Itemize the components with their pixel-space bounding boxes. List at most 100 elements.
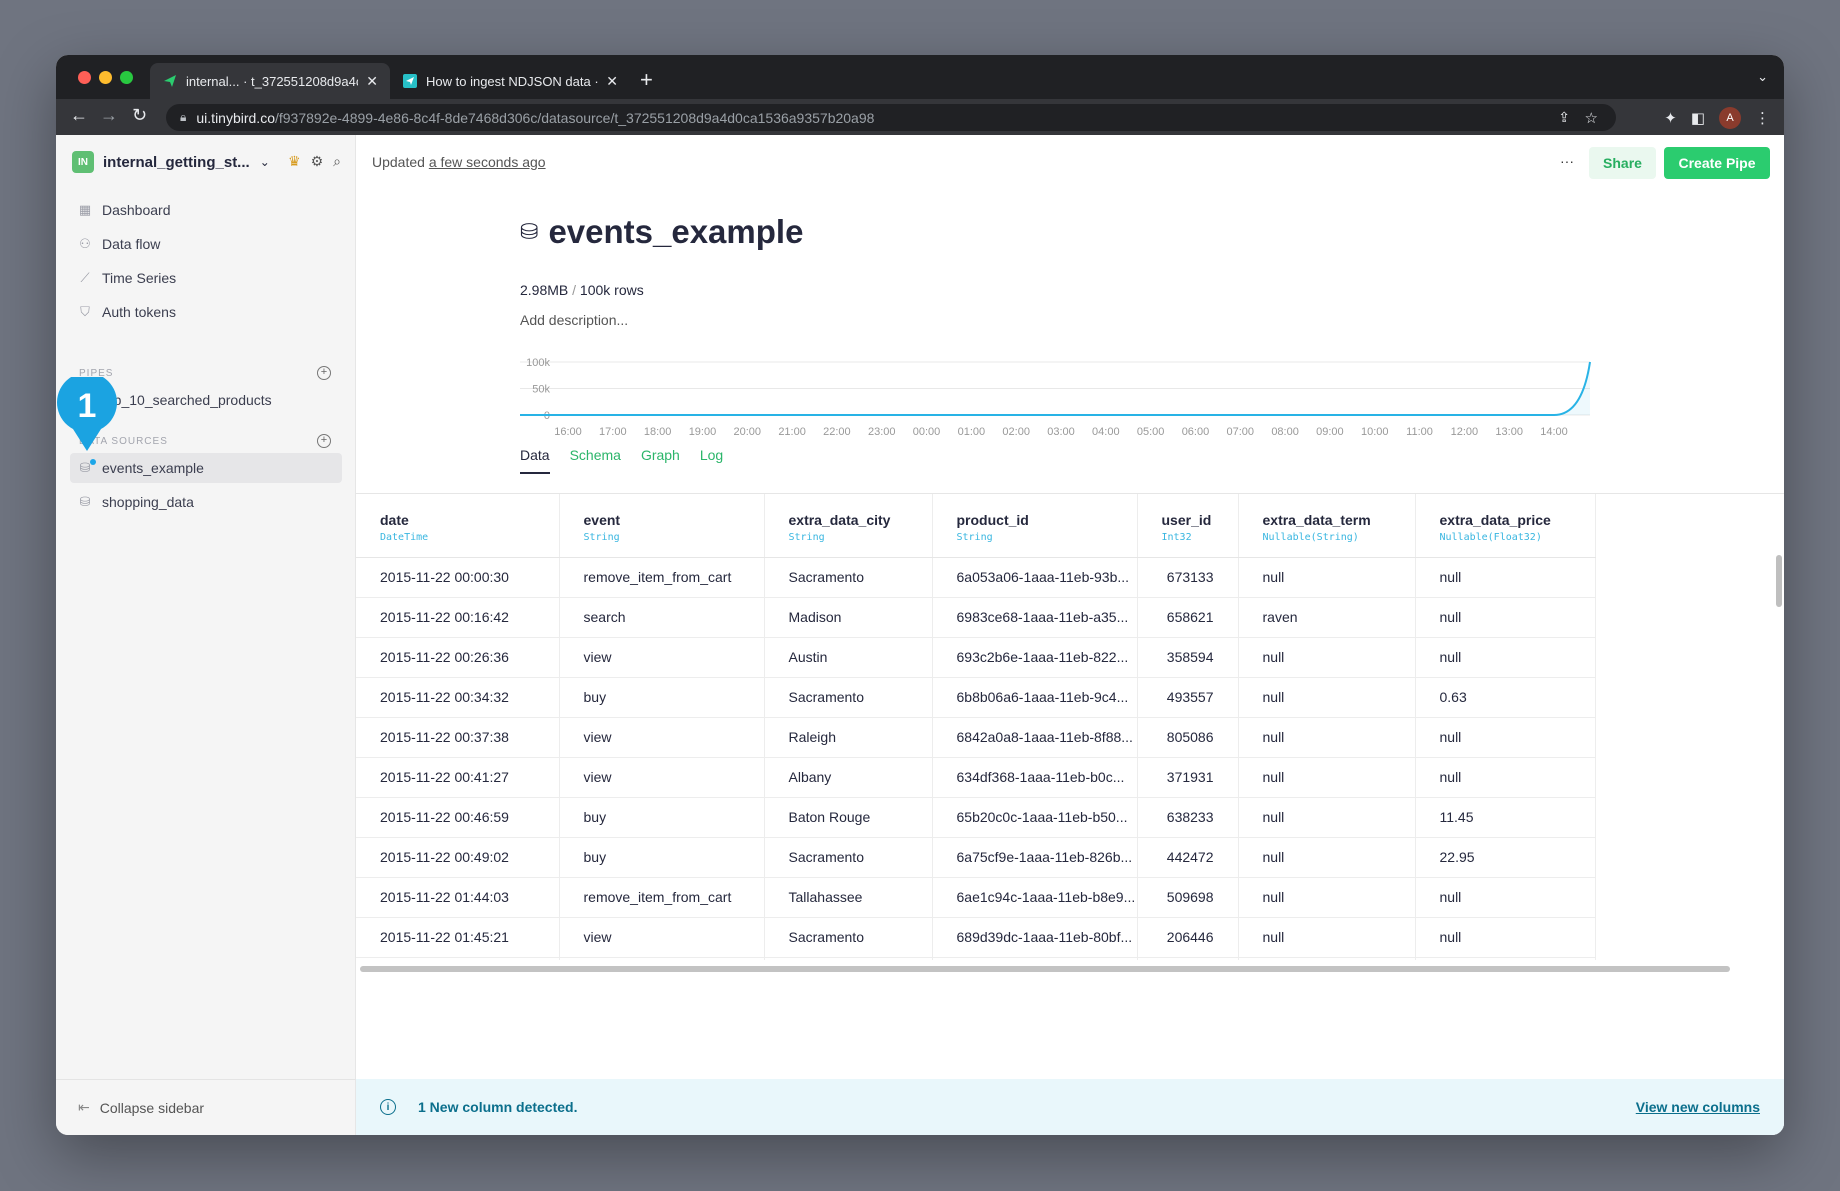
minimize-window-button[interactable] xyxy=(99,71,112,84)
close-tab-icon[interactable]: ✕ xyxy=(366,73,378,90)
bookmark-star-icon[interactable]: ☆ xyxy=(1585,109,1598,127)
search-icon[interactable]: ⌕ xyxy=(333,153,341,170)
add-datasource-button[interactable]: + xyxy=(317,434,331,448)
sidebar-item-dashboard[interactable]: ▦ Dashboard xyxy=(70,193,342,227)
extensions-puzzle-icon[interactable]: ✦ xyxy=(1664,109,1677,127)
main-content: Updated a few seconds ago ··· Share Crea… xyxy=(356,135,1784,1135)
create-pipe-button[interactable]: Create Pipe xyxy=(1664,147,1770,179)
browser-menu-icon[interactable]: ⋮ xyxy=(1755,109,1770,127)
browser-tab[interactable]: How to ingest NDJSON data · T ✕ xyxy=(390,63,630,99)
reload-icon[interactable]: ↻ xyxy=(132,105,147,126)
add-pipe-button[interactable]: + xyxy=(317,366,331,380)
sidebar-item-events-example[interactable]: ⛁ events_example xyxy=(70,453,342,483)
new-tab-button[interactable]: + xyxy=(640,67,653,93)
column-header[interactable]: extra_data_city String xyxy=(764,494,933,558)
table-cell: 509698 xyxy=(1137,877,1239,918)
table-row[interactable]: 2015-11-22 00:46:59 buy Baton Rouge 65b20c0… xyxy=(356,797,1596,838)
column-header[interactable]: extra_data_price Nullable(Float32) xyxy=(1415,494,1596,558)
x-tick-label: 18:00 xyxy=(644,426,672,438)
horizontal-scrollbar[interactable] xyxy=(360,966,1730,972)
close-window-button[interactable] xyxy=(78,71,91,84)
back-icon[interactable]: ← xyxy=(70,105,88,126)
table-row[interactable]: 2015-11-22 00:37:38 view Raleigh 6842a0a8-1… xyxy=(356,717,1596,758)
column-header[interactable]: date DateTime xyxy=(356,494,560,558)
url-path: /f937892e-4899-4e86-8c4f-8de7468d306c/da… xyxy=(274,109,875,126)
column-header[interactable]: user_id Int32 xyxy=(1137,494,1239,558)
table-cell: 6ae1c94c-1aaa-11eb-b8e9... xyxy=(932,877,1138,918)
tab-data[interactable]: Data xyxy=(520,447,550,474)
column-type: String xyxy=(788,532,825,543)
more-options-icon[interactable]: ··· xyxy=(1560,153,1574,169)
dataflow-icon: ⚇ xyxy=(79,236,91,251)
view-new-columns-link[interactable]: View new columns xyxy=(1636,1099,1760,1115)
tab-graph[interactable]: Graph xyxy=(641,447,680,474)
tab-schema[interactable]: Schema xyxy=(570,447,621,474)
table-cell: 65b20c0c-1aaa-11eb-b50... xyxy=(932,797,1138,838)
table-cell: 2015-11-22 00:34:32 xyxy=(356,677,560,718)
table-row[interactable]: 2015-11-22 00:34:32 buy Sacramento 6b8b06a6… xyxy=(356,677,1596,718)
profile-avatar[interactable]: A xyxy=(1719,107,1741,129)
table-cell: null xyxy=(1238,837,1416,878)
url-host: ui.tinybird.co xyxy=(196,109,275,126)
column-header[interactable]: event String xyxy=(559,494,765,558)
url-field[interactable]: 🔒︎ ui.tinybird.co/f937892e-4899-4e86-8c4… xyxy=(166,104,1616,131)
gear-icon[interactable]: ⚙ xyxy=(311,153,324,170)
side-panel-icon[interactable]: ◧ xyxy=(1691,109,1705,127)
tab-log[interactable]: Log xyxy=(700,447,723,474)
column-name: date xyxy=(380,512,409,528)
x-tick-label: 21:00 xyxy=(778,426,806,438)
table-cell: buy xyxy=(559,797,765,838)
collapse-arrow-icon: ⇤ xyxy=(78,1099,90,1115)
sidebar-item-data-flow[interactable]: ⚇ Data flow xyxy=(70,227,342,261)
column-name: extra_data_price xyxy=(1439,512,1551,528)
table-row[interactable]: 2015-11-22 01:45:21 view Sacramento 689d39d… xyxy=(356,917,1596,958)
updated-time-link[interactable]: a few seconds ago xyxy=(429,154,546,170)
table-row[interactable]: 2015-11-22 00:00:30 remove_item_from_cart… xyxy=(356,557,1596,598)
column-type: Nullable(String) xyxy=(1262,532,1359,543)
grid-icon: ▦ xyxy=(78,202,92,217)
column-type: String xyxy=(956,532,993,543)
browser-tab-active[interactable]: internal... · t_372551208d9a4c ✕ xyxy=(150,63,390,99)
add-description-field[interactable]: Add description... xyxy=(520,312,628,328)
table-cell: 693c2b6e-1aaa-11eb-822... xyxy=(932,637,1138,678)
sidebar: IN internal_getting_st... ⌄ ♛ ⚙ ⌕ ▦ Dash… xyxy=(56,135,356,1135)
table-cell: null xyxy=(1238,637,1416,678)
sidebar-item-label: Auth tokens xyxy=(102,304,176,320)
share-button[interactable]: Share xyxy=(1589,147,1656,179)
crown-icon[interactable]: ♛ xyxy=(288,153,301,170)
table-row[interactable]: 2015-11-22 00:49:02 buy Sacramento 6a75cf9e… xyxy=(356,837,1596,878)
tab-search-chevron-icon[interactable]: ⌄ xyxy=(1757,69,1768,85)
table-cell: buy xyxy=(559,837,765,878)
table-row[interactable]: 2015-11-22 00:16:42 search Madison 6983ce68… xyxy=(356,597,1596,638)
column-header[interactable]: product_id String xyxy=(932,494,1138,558)
table-cell: Tallahassee xyxy=(764,877,933,918)
datasource-label: shopping_data xyxy=(102,494,194,510)
close-tab-icon[interactable]: ✕ xyxy=(606,73,618,90)
share-page-icon[interactable]: ⇪ xyxy=(1558,109,1570,126)
chart-line-icon: ⟋ xyxy=(80,270,90,285)
table-row[interactable]: 2015-11-22 00:41:27 view Albany 634df368-1a… xyxy=(356,757,1596,798)
table-cell: 2015-11-22 00:00:30 xyxy=(356,557,560,598)
forward-icon[interactable]: → xyxy=(100,105,118,126)
table-cell: 2015-11-22 00:49:02 xyxy=(356,837,560,878)
sidebar-item-auth-tokens[interactable]: ⛉ Auth tokens xyxy=(70,295,342,329)
table-row[interactable]: 2015-11-22 01:44:03 remove_item_from_cart… xyxy=(356,877,1596,918)
table-row[interactable]: 2015-11-22 00:26:36 view Austin 693c2b6e-1a… xyxy=(356,637,1596,678)
collapse-sidebar-button[interactable]: ⇤ Collapse sidebar xyxy=(56,1079,356,1135)
maximize-window-button[interactable] xyxy=(120,71,133,84)
table-row[interactable]: 2015-11-22 01:56:41remove_item_from_cart… xyxy=(356,957,1596,960)
sidebar-item-time-series[interactable]: ⟋ Time Series xyxy=(70,261,342,295)
x-tick-label: 09:00 xyxy=(1316,426,1344,438)
updated-status: Updated a few seconds ago xyxy=(372,154,546,170)
column-header[interactable]: extra_data_term Nullable(String) xyxy=(1238,494,1416,558)
notice-message: 1 New column detected. xyxy=(418,1099,578,1115)
tab-title: How to ingest NDJSON data · T xyxy=(426,73,599,89)
table-cell: 2015-11-22 01:44:03 xyxy=(356,877,560,918)
table-cell: null xyxy=(1415,917,1596,958)
chevron-down-icon[interactable]: ⌄ xyxy=(260,155,270,169)
table-cell: null xyxy=(1238,797,1416,838)
sidebar-item-shopping-data[interactable]: ⛁ shopping_data xyxy=(70,487,342,517)
workspace-selector[interactable]: IN internal_getting_st... ⌄ xyxy=(72,151,270,173)
vertical-scrollbar[interactable] xyxy=(1776,555,1782,607)
data-table: date DateTime event String extra_data_city St… xyxy=(356,494,1596,960)
